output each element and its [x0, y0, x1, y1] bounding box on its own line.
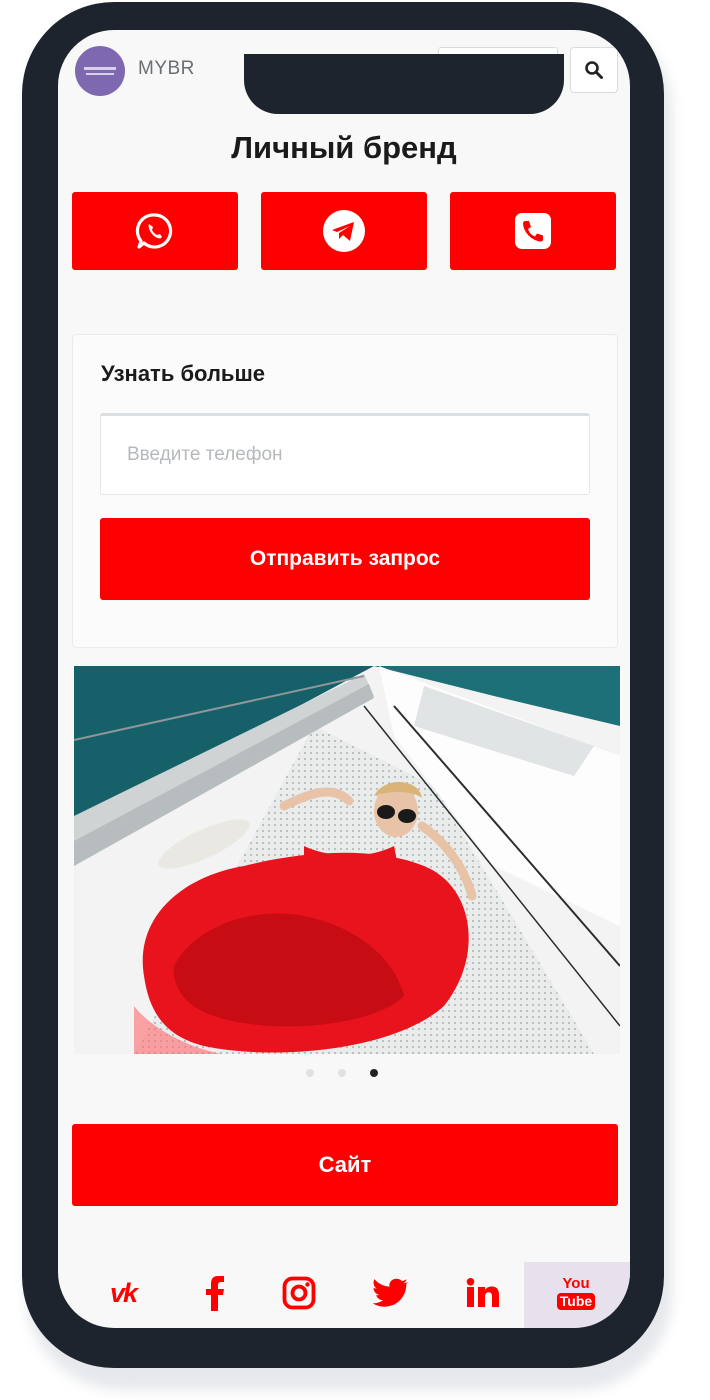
youtube-icon-top: You: [562, 1275, 590, 1292]
carousel-dot[interactable]: [306, 1069, 314, 1077]
carousel-photo: [74, 666, 620, 1054]
instagram-icon: [282, 1276, 316, 1310]
telegram-icon: [323, 210, 365, 252]
carousel-dot-active[interactable]: [370, 1069, 378, 1077]
whatsapp-button[interactable]: [72, 192, 238, 270]
carousel-dot[interactable]: [338, 1069, 346, 1077]
twitter-icon: [373, 1278, 408, 1307]
vk-link[interactable]: vk: [100, 1270, 146, 1316]
search-button[interactable]: [570, 47, 618, 93]
call-button[interactable]: [450, 192, 616, 270]
phone-field[interactable]: [100, 413, 590, 495]
form-title: Узнать больше: [101, 361, 266, 386]
vk-icon: vk: [109, 1277, 138, 1308]
brand-logo[interactable]: [75, 46, 125, 96]
telegram-button[interactable]: [261, 192, 427, 270]
instagram-link[interactable]: [276, 1270, 322, 1316]
phone-screen: MYBR ск Личный бренд Узнать больше О: [58, 30, 630, 1328]
whatsapp-icon: [135, 213, 173, 249]
magnifier-icon: [585, 61, 603, 79]
youtube-icon-bottom: Tube: [556, 1293, 596, 1310]
linkedin-icon: [466, 1278, 499, 1307]
youtube-link[interactable]: You Tube: [551, 1270, 601, 1316]
carousel-pagination: [306, 1069, 378, 1077]
brand-name[interactable]: MYBR: [138, 58, 195, 80]
phone-notch: [244, 54, 564, 114]
submit-request-button[interactable]: Отправить запрос: [100, 518, 590, 600]
facebook-icon: [206, 1276, 224, 1311]
facebook-link[interactable]: [192, 1270, 238, 1316]
linkedin-link[interactable]: [460, 1270, 506, 1316]
page-title: Личный бренд: [231, 130, 457, 165]
social-links: vk You Tube: [58, 1262, 630, 1328]
phone-icon: [515, 213, 551, 249]
twitter-link[interactable]: [368, 1270, 414, 1316]
site-button[interactable]: Сайт: [72, 1124, 618, 1206]
lead-form: Узнать больше Отправить запрос: [72, 334, 618, 648]
photo-carousel[interactable]: [74, 666, 620, 1054]
